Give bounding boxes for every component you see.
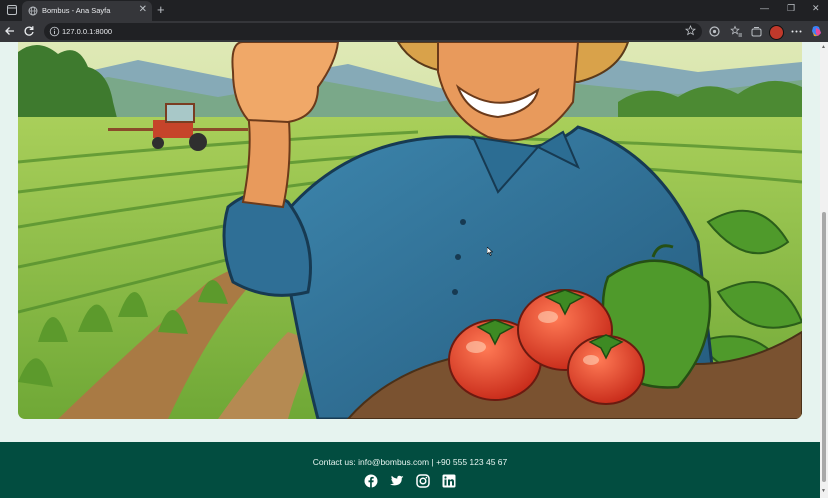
maximize-button[interactable]: ❐ xyxy=(787,3,795,14)
star-icon[interactable] xyxy=(685,25,696,36)
browser-toolbar: 127.0.0.1:8000 xyxy=(0,21,828,42)
more-options-icon[interactable] xyxy=(790,25,803,38)
tab-close-button[interactable]: ✕ xyxy=(139,4,147,15)
farmer-illustration xyxy=(18,42,802,419)
tab-title: Bombus - Ana Sayfa xyxy=(42,6,111,15)
scroll-down-arrow-icon[interactable]: ▼ xyxy=(821,488,826,494)
collections-icon[interactable] xyxy=(750,25,763,38)
scroll-thumb[interactable] xyxy=(822,212,826,482)
browser-tab-bar: Bombus - Ana Sayfa ✕ + — ❐ ✕ xyxy=(0,0,828,21)
browser-tab[interactable]: Bombus - Ana Sayfa ✕ xyxy=(22,1,152,21)
favorites-icon[interactable] xyxy=(730,25,743,38)
scroll-up-arrow-icon[interactable]: ▲ xyxy=(821,44,826,50)
site-footer: Contact us: info@bombus.com | +90 555 12… xyxy=(0,442,820,498)
close-window-button[interactable]: ✕ xyxy=(812,3,820,14)
contact-email-link[interactable]: info@bombus.com xyxy=(358,457,429,467)
address-bar[interactable]: 127.0.0.1:8000 xyxy=(44,23,702,40)
facebook-icon[interactable] xyxy=(364,474,378,488)
new-tab-button[interactable]: + xyxy=(157,2,165,17)
tab-menu-icon[interactable] xyxy=(6,4,18,16)
contact-line: Contact us: info@bombus.com | +90 555 12… xyxy=(0,457,820,467)
page-viewport: Contact us: info@bombus.com | +90 555 12… xyxy=(0,42,820,498)
back-arrow-icon[interactable] xyxy=(3,24,17,38)
mouse-cursor-icon xyxy=(487,247,493,256)
contact-label: Contact us: xyxy=(312,457,356,467)
copilot-icon[interactable] xyxy=(810,25,823,38)
social-links xyxy=(364,474,458,490)
globe-icon xyxy=(28,6,38,16)
page-scrollbar[interactable]: ▲ ▼ xyxy=(820,42,828,498)
instagram-icon[interactable] xyxy=(416,474,430,488)
profile-avatar[interactable] xyxy=(769,25,784,40)
site-info-icon[interactable] xyxy=(49,26,60,37)
url-text: 127.0.0.1:8000 xyxy=(62,27,113,36)
contact-phone: +90 555 123 45 67 xyxy=(436,457,508,467)
linkedin-icon[interactable] xyxy=(442,474,456,488)
extension-icon[interactable] xyxy=(708,25,721,38)
contact-separator: | xyxy=(431,457,434,467)
minimize-button[interactable]: — xyxy=(760,3,769,13)
reload-icon[interactable] xyxy=(22,24,36,38)
hero-image xyxy=(18,42,802,419)
twitter-icon[interactable] xyxy=(390,474,404,488)
